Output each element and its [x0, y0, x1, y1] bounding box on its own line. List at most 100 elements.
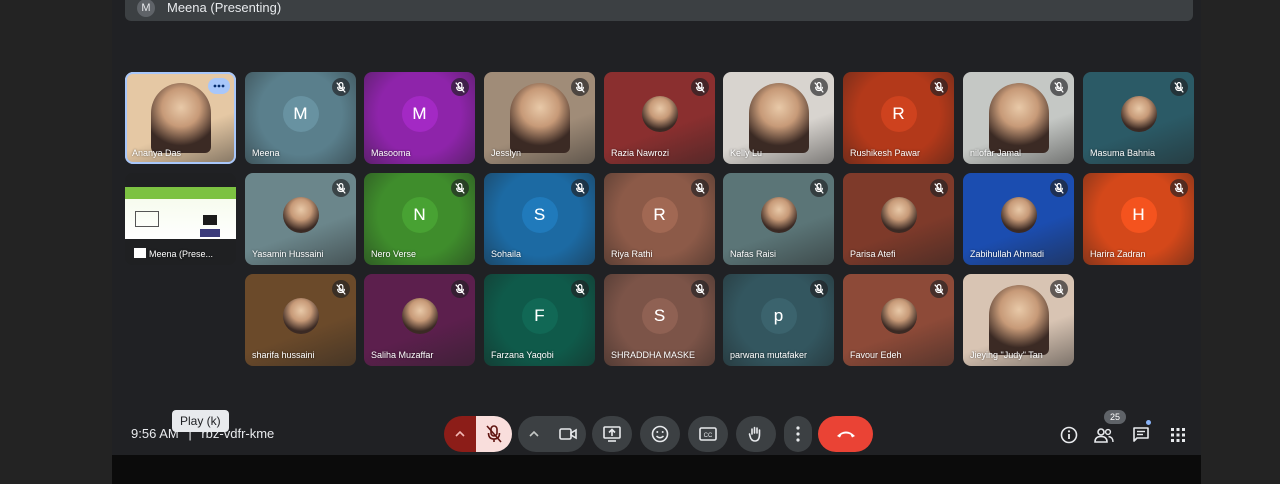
- mic-off-icon: [1054, 81, 1064, 93]
- participant-tile[interactable]: F Farzana Yaqobi: [484, 274, 595, 366]
- avatar-letter: S: [521, 197, 558, 234]
- mic-options-button[interactable]: [444, 416, 476, 452]
- presenting-text: Meena (Presenting): [167, 0, 282, 15]
- raise-hand-button[interactable]: [736, 416, 776, 452]
- camera-options-button[interactable]: [518, 416, 550, 452]
- participant-tile[interactable]: Saliha Muzaffar: [364, 274, 475, 366]
- participant-tile[interactable]: Razia Nawrozi: [604, 72, 715, 164]
- muted-indicator: [571, 78, 589, 96]
- participant-tile[interactable]: N Nero Verse: [364, 173, 475, 265]
- participant-tile[interactable]: M Meena: [245, 72, 356, 164]
- captions-button[interactable]: CC: [688, 416, 728, 452]
- participant-name: Jieying "Judy" Tan: [970, 350, 1043, 360]
- avatar-photo: [880, 197, 917, 234]
- reactions-button[interactable]: [640, 416, 680, 452]
- participant-name: Nafas Raisi: [730, 249, 777, 259]
- avatar-photo: [1000, 197, 1037, 234]
- participant-tile[interactable]: Meena (Prese...: [125, 173, 236, 265]
- participant-tile[interactable]: Favour Edeh: [843, 274, 954, 366]
- mic-off-icon: [695, 81, 705, 93]
- participant-count-badge: 25: [1104, 410, 1126, 424]
- mic-off-icon: [336, 182, 346, 194]
- avatar-photo: [401, 298, 438, 335]
- apps-grid-icon: [1171, 428, 1185, 442]
- participant-tile[interactable]: R Rushikesh Pawar: [843, 72, 954, 164]
- mic-off-icon: [575, 182, 585, 194]
- participant-tile[interactable]: Masuma Bahnia: [1083, 72, 1194, 164]
- participant-name: parwana mutafaker: [730, 350, 808, 360]
- participant-tile[interactable]: H Harira Zadran: [1083, 173, 1194, 265]
- more-options-icon[interactable]: [208, 78, 230, 94]
- muted-indicator: [332, 179, 350, 197]
- participant-name: Masooma: [371, 148, 411, 158]
- avatar-photo: [282, 197, 319, 234]
- muted-indicator: [332, 78, 350, 96]
- muted-indicator: [332, 280, 350, 298]
- participant-tile[interactable]: R Riya Rathi: [604, 173, 715, 265]
- people-button[interactable]: [1093, 424, 1115, 446]
- camera-toggle-button[interactable]: [550, 416, 586, 452]
- participant-name: Jesslyn: [491, 148, 522, 158]
- participant-tile[interactable]: S Sohaila: [484, 173, 595, 265]
- present-to-all-icon: [133, 247, 147, 259]
- participant-tile[interactable]: nilofar Jamal: [963, 72, 1074, 164]
- participant-tile[interactable]: Jieying "Judy" Tan: [963, 274, 1074, 366]
- muted-indicator: [451, 78, 469, 96]
- leave-call-button[interactable]: [818, 416, 873, 452]
- left-letterbox: [0, 0, 112, 484]
- muted-indicator: [451, 280, 469, 298]
- mic-toggle-button[interactable]: [476, 416, 512, 452]
- mic-off-icon: [455, 81, 465, 93]
- participant-name: Zabihullah Ahmadi: [970, 249, 1045, 259]
- people-icon: [1094, 428, 1114, 443]
- participant-name: Saliha Muzaffar: [371, 350, 434, 360]
- mic-off-icon: [814, 182, 824, 194]
- mic-off-icon: [336, 81, 346, 93]
- presenting-banner[interactable]: M Meena (Presenting): [125, 0, 1193, 21]
- avatar-letter: R: [880, 96, 917, 133]
- participant-tile[interactable]: Ananya Das: [125, 72, 236, 164]
- avatar-photo: [641, 96, 678, 133]
- chat-button[interactable]: [1130, 424, 1152, 446]
- call-end-icon: [836, 431, 855, 438]
- avatar-letter: S: [641, 298, 678, 335]
- participant-tile[interactable]: Jesslyn: [484, 72, 595, 164]
- muted-indicator: [691, 78, 709, 96]
- participant-tile[interactable]: Nafas Raisi: [723, 173, 834, 265]
- participant-tile[interactable]: Yasamin Hussaini: [245, 173, 356, 265]
- mic-off-icon: [814, 81, 824, 93]
- participant-name: Favour Edeh: [850, 350, 902, 360]
- participant-tile[interactable]: p parwana mutafaker: [723, 274, 834, 366]
- meet-window: M Meena (Presenting) Ananya Das M Meena M Ma…: [112, 0, 1201, 455]
- muted-indicator: [930, 280, 948, 298]
- participant-name: Riya Rathi: [611, 249, 653, 259]
- avatar-photo: [880, 298, 917, 335]
- mic-off-icon: [455, 182, 465, 194]
- mic-off-icon: [934, 81, 944, 93]
- avatar-letter: N: [401, 197, 438, 234]
- participant-name: Sohaila: [491, 249, 522, 259]
- muted-indicator: [1170, 179, 1188, 197]
- participant-tile[interactable]: Kelly Lu: [723, 72, 834, 164]
- avatar-letter: M: [282, 96, 319, 133]
- more-options-button[interactable]: [784, 416, 812, 452]
- videocam-icon: [559, 428, 577, 440]
- activities-button[interactable]: [1167, 424, 1189, 446]
- presenter-avatar: M: [137, 0, 155, 17]
- present-button[interactable]: [592, 416, 632, 452]
- participant-tile[interactable]: S SHRADDHA MASKE: [604, 274, 715, 366]
- avatar-photo: [150, 83, 211, 153]
- participant-name: Parisa Atefi: [850, 249, 896, 259]
- muted-indicator: [1050, 78, 1068, 96]
- participant-tile[interactable]: sharifa hussaini: [245, 274, 356, 366]
- muted-indicator: [1050, 280, 1068, 298]
- avatar-photo: [509, 83, 570, 153]
- mic-off-icon: [1054, 182, 1064, 194]
- participant-tile[interactable]: Parisa Atefi: [843, 173, 954, 265]
- participant-tile[interactable]: M Masooma: [364, 72, 475, 164]
- meeting-details-button[interactable]: [1058, 424, 1080, 446]
- avatar-photo: [760, 197, 797, 234]
- participant-tile[interactable]: Zabihullah Ahmadi: [963, 173, 1074, 265]
- mic-off-icon: [336, 283, 346, 295]
- mic-off-icon: [1174, 182, 1184, 194]
